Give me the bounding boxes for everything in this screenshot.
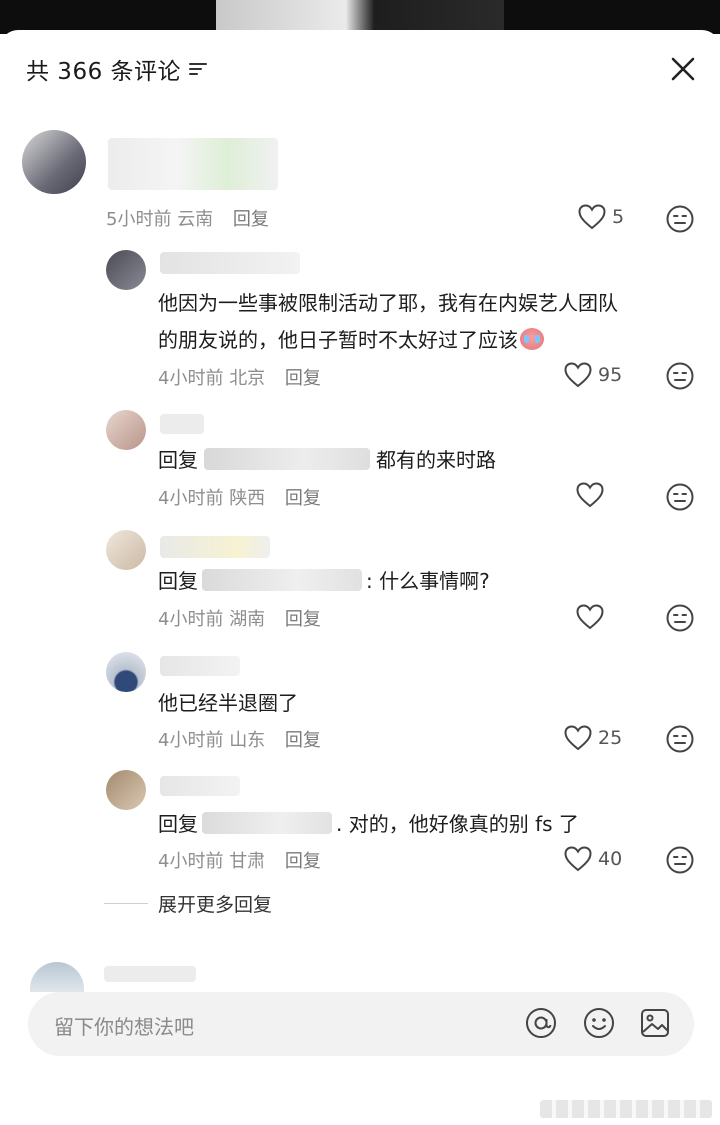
comment-meta: 5小时前 云南 回复 <box>106 205 269 231</box>
like-button[interactable]: 95 <box>564 362 622 388</box>
at-icon[interactable] <box>524 1006 558 1040</box>
reply-button[interactable]: 回复 <box>285 488 321 509</box>
comment-meta: 4小时前 湖南 回复 <box>158 609 321 630</box>
like-button[interactable]: 25 <box>564 725 622 751</box>
like-button[interactable] <box>576 482 610 508</box>
dislike-emoji-icon[interactable] <box>665 845 695 875</box>
heart-icon <box>564 846 592 872</box>
reply-button[interactable]: 回复 <box>285 609 321 630</box>
watermark <box>540 1100 712 1118</box>
close-icon[interactable] <box>664 50 702 88</box>
comments-header[interactable]: 共 366 条评论 <box>26 52 208 86</box>
avatar[interactable] <box>22 130 86 194</box>
reply-prefix: 回复 <box>158 448 198 472</box>
image-icon[interactable] <box>638 1006 672 1040</box>
comment-meta: 4小时前 甘肃 回复 <box>158 851 321 872</box>
blurred-mention <box>204 448 370 470</box>
dislike-emoji-icon[interactable] <box>665 603 695 633</box>
heart-icon <box>564 725 592 751</box>
sort-icon[interactable] <box>189 62 208 76</box>
reply-button[interactable]: 回复 <box>285 851 321 872</box>
location-text: 云南 <box>177 209 214 230</box>
reply-button[interactable]: 回复 <box>285 730 321 751</box>
dislike-emoji-icon[interactable] <box>665 724 695 754</box>
reply-text: 回复. 对的，他好像真的别 fs 了 <box>158 812 579 836</box>
comment-text: 他因为一些事被限制活动了耶，我有在内娱艺人团队 的朋友说的，他日子暂时不太好过了… <box>158 285 618 359</box>
comment-meta: 4小时前 北京 回复 <box>158 368 321 389</box>
reply-button[interactable]: 回复 <box>285 368 321 389</box>
reply-prefix: 回复 <box>158 812 198 836</box>
time-text: 5小时前 <box>106 209 172 230</box>
video-frame <box>216 0 504 34</box>
like-count: 25 <box>598 727 623 749</box>
blurred-mention <box>202 812 332 834</box>
avatar[interactable] <box>106 652 146 692</box>
expand-more-replies[interactable]: 展开更多回复 <box>104 890 272 917</box>
crying-emoji <box>520 328 544 350</box>
reply-button[interactable]: 回复 <box>233 209 269 230</box>
comment-input-bar[interactable]: 留下你的想法吧 <box>28 992 694 1056</box>
heart-icon <box>576 482 604 508</box>
avatar[interactable] <box>106 530 146 570</box>
dislike-emoji-icon[interactable] <box>665 204 695 234</box>
comment-line: 的朋友说的，他日子暂时不太好过了应该 <box>158 322 618 359</box>
blurred-username <box>104 966 196 982</box>
comment-meta: 4小时前 陕西 回复 <box>158 488 321 509</box>
like-button[interactable]: 5 <box>578 204 624 230</box>
like-count: 40 <box>598 848 623 870</box>
reply-text: 回复 都有的来时路 <box>158 448 496 472</box>
reply-text: 回复: 什么事情啊? <box>158 569 490 593</box>
heart-icon <box>578 204 606 230</box>
heart-icon <box>564 362 592 388</box>
avatar[interactable] <box>106 410 146 450</box>
blurred-username <box>108 138 278 190</box>
emoji-icon[interactable] <box>582 1006 616 1040</box>
video-background <box>0 0 720 34</box>
like-button[interactable]: 40 <box>564 846 622 872</box>
comment-meta: 4小时前 山东 回复 <box>158 730 321 751</box>
dislike-emoji-icon[interactable] <box>665 361 695 391</box>
comment-count-title: 共 366 条评论 <box>26 59 182 85</box>
blurred-username <box>160 252 300 274</box>
blurred-username <box>160 656 240 676</box>
blurred-username <box>160 414 204 434</box>
like-count: 5 <box>612 206 625 228</box>
like-button[interactable] <box>576 604 610 630</box>
divider <box>104 903 148 904</box>
heart-icon <box>576 604 604 630</box>
reply-prefix: 回复 <box>158 569 198 593</box>
comment-text: 他已经半退圈了 <box>158 691 298 715</box>
avatar[interactable] <box>106 770 146 810</box>
comment-line: 他因为一些事被限制活动了耶，我有在内娱艺人团队 <box>158 291 618 315</box>
comment-input[interactable]: 留下你的想法吧 <box>54 1011 194 1040</box>
blurred-username <box>160 776 240 796</box>
blurred-mention <box>202 569 362 591</box>
avatar[interactable] <box>106 250 146 290</box>
expand-more-label: 展开更多回复 <box>158 894 273 916</box>
like-count: 95 <box>598 364 623 386</box>
dislike-emoji-icon[interactable] <box>665 482 695 512</box>
blurred-username <box>160 536 270 558</box>
